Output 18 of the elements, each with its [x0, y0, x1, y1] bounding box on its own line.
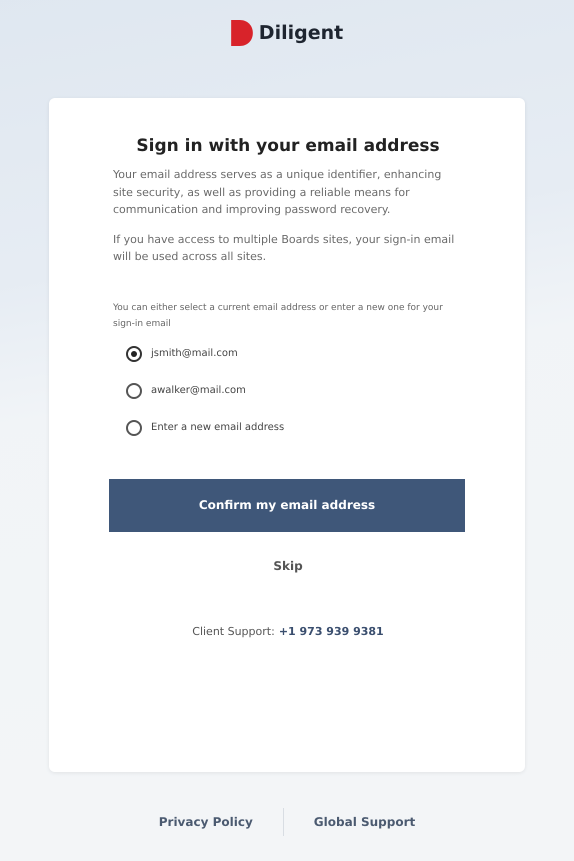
option-label[interactable]: jsmith@mail.com [151, 348, 238, 359]
logo-icon [230, 20, 253, 46]
card-title: Sign in with your email address [135, 136, 441, 156]
prompt-text: You can either select a current email address or enter a new one for your sign-in email [113, 302, 444, 330]
footer-link[interactable]: Global Support [314, 815, 416, 829]
option-label[interactable]: awalker@mail.com [151, 385, 246, 396]
description-text: Your email address serves as a unique identifier, enhancing site security, as well as providing a reliable means for communication and improving password recovery. [113, 167, 442, 218]
description-text: If you have access to multiple Boards sites, your sign-in email will be used across all sites. [113, 232, 456, 265]
logo-text: Diligent [258, 22, 344, 44]
option-label[interactable]: Enter a new email address [151, 422, 284, 433]
radio-button[interactable] [126, 382, 142, 398]
skip-link[interactable]: Skip [273, 558, 303, 572]
radio-button[interactable] [126, 420, 142, 436]
radio-button[interactable] [126, 346, 142, 362]
confirm-button[interactable]: Confirm my email address [109, 478, 465, 532]
phone-link[interactable]: +1 973 939 9381 [278, 624, 384, 638]
support-label: Client Support: [192, 624, 275, 638]
footer-link[interactable]: Privacy Policy [158, 815, 253, 829]
